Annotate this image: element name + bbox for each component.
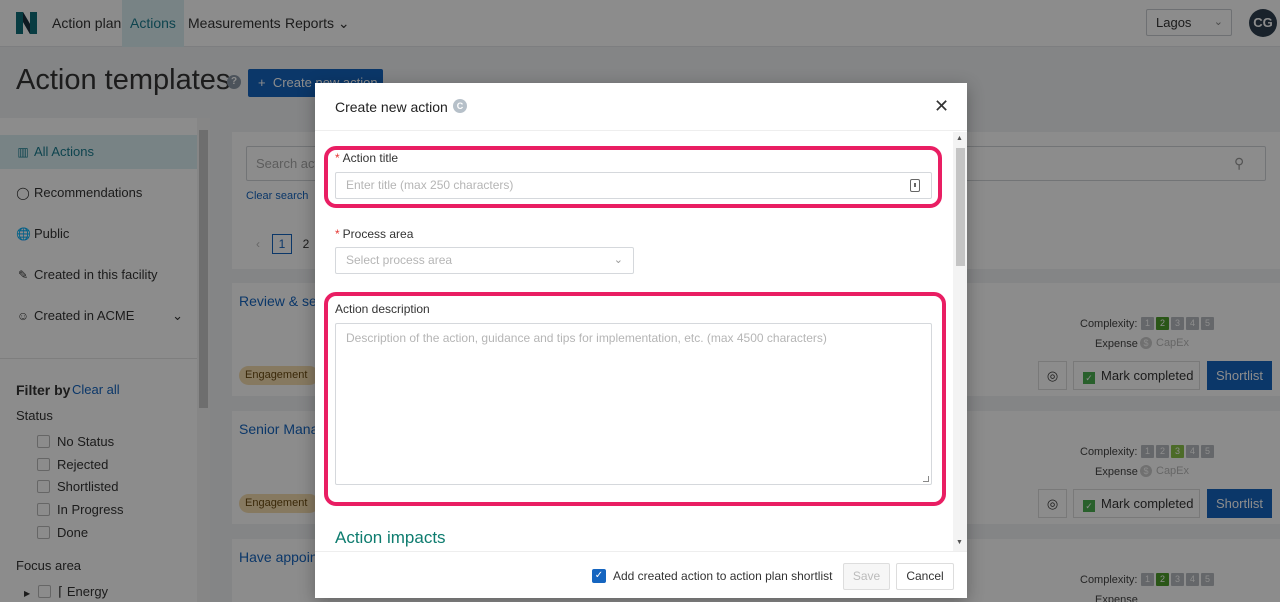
dialog-title: Create new action	[335, 99, 448, 115]
process-area-placeholder: Select process area	[346, 253, 453, 267]
dialog-footer: ✓ Add created action to action plan shor…	[315, 551, 967, 598]
chevron-down-icon: ⌄	[613, 254, 623, 266]
dialog-header: Create new action C ✕	[315, 83, 967, 131]
action-impacts-heading: Action impacts	[335, 528, 446, 547]
required-asterisk: *	[335, 151, 340, 165]
shortlist-checkbox[interactable]: ✓	[592, 569, 606, 583]
text-counter-icon	[910, 179, 920, 192]
action-description-textarea[interactable]: Description of the action, guidance and …	[335, 323, 932, 485]
action-title-field[interactable]: Enter title (max 250 characters)	[335, 172, 932, 199]
process-area-select[interactable]: Select process area ⌄	[335, 247, 634, 274]
cancel-button[interactable]: Cancel	[896, 563, 954, 590]
required-asterisk: *	[335, 227, 340, 241]
dialog-scrollbar-thumb[interactable]	[956, 148, 965, 266]
description-placeholder: Description of the action, guidance and …	[346, 331, 827, 345]
close-icon[interactable]: ✕	[934, 96, 949, 116]
info-icon[interactable]: C	[453, 99, 467, 113]
shortlist-checkbox-label[interactable]: Add created action to action plan shortl…	[613, 569, 832, 583]
process-area-label: * Process area	[335, 227, 413, 241]
action-title-placeholder: Enter title (max 250 characters)	[346, 178, 514, 192]
action-description-label: Action description	[335, 302, 430, 316]
process-area-label-text: Process area	[342, 227, 414, 241]
action-title-label-text: Action title	[342, 151, 399, 165]
resize-handle-icon[interactable]	[923, 476, 929, 482]
create-action-dialog: Create new action C ✕ * Action title Ente…	[315, 83, 967, 598]
save-button[interactable]: Save	[843, 563, 890, 590]
action-title-label: * Action title	[335, 151, 398, 165]
scroll-up-icon[interactable]: ▲	[956, 135, 963, 142]
scroll-down-icon[interactable]: ▼	[956, 539, 963, 546]
